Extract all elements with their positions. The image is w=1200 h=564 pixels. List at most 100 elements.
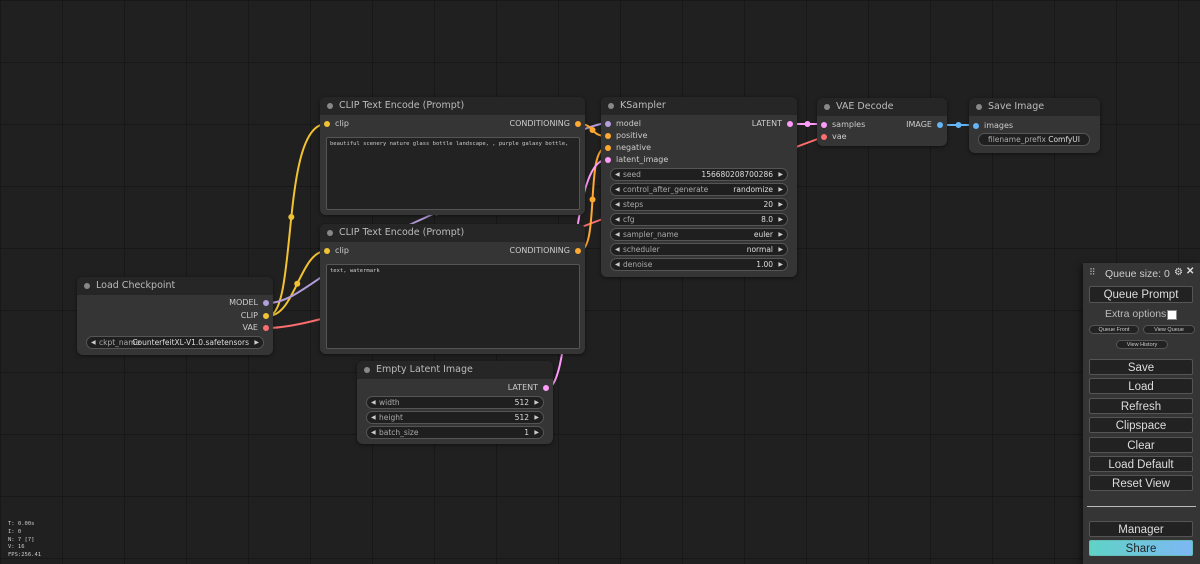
arrow-left-icon[interactable]: ◀	[371, 397, 376, 408]
input-slot-latent-image[interactable]: latent_image	[603, 154, 668, 166]
conditioning-pin-icon[interactable]	[605, 133, 611, 139]
link-midpoint-dot[interactable]	[804, 121, 811, 127]
node-empty-latent-image[interactable]: Empty Latent Image LATENT ◀ width 512 ▶ ◀ he…	[357, 361, 553, 444]
node-title[interactable]: CLIP Text Encode (Prompt)	[320, 224, 585, 242]
collapse-dot-icon[interactable]	[327, 103, 333, 109]
input-slot-clip[interactable]: clip	[322, 118, 349, 130]
close-icon[interactable]: ✕	[1186, 266, 1194, 277]
queue-front-button[interactable]: Queue Front	[1089, 325, 1139, 334]
output-slot-conditioning[interactable]: CONDITIONING	[510, 118, 583, 130]
input-slot-negative[interactable]: negative	[603, 142, 651, 154]
view-queue-button[interactable]: View Queue	[1143, 325, 1195, 334]
arrow-right-icon[interactable]: ▶	[534, 427, 539, 438]
input-slot-model[interactable]: model	[603, 118, 641, 130]
node-title[interactable]: Save Image	[969, 98, 1100, 116]
arrow-left-icon[interactable]: ◀	[615, 214, 620, 225]
link-midpoint-dot[interactable]	[294, 280, 301, 287]
output-slot-latent[interactable]: LATENT	[752, 118, 795, 130]
arrow-right-icon[interactable]: ▶	[534, 412, 539, 423]
latent-pin-icon[interactable]	[821, 122, 827, 128]
load-default-button[interactable]: Load Default	[1089, 456, 1193, 472]
refresh-button[interactable]: Refresh	[1089, 398, 1193, 414]
arrow-left-icon[interactable]: ◀	[615, 199, 620, 210]
clip-pin-icon[interactable]	[263, 313, 269, 319]
prompt-textarea[interactable]: beautiful scenery nature glass bottle la…	[326, 137, 580, 210]
widget-scheduler[interactable]: ◀ scheduler normal ▶	[610, 243, 788, 256]
arrow-left-icon[interactable]: ◀	[371, 412, 376, 423]
conditioning-pin-icon[interactable]	[605, 145, 611, 151]
collapse-dot-icon[interactable]	[608, 103, 614, 109]
widget-batch-size[interactable]: ◀ batch_size 1 ▶	[366, 426, 544, 439]
clip-pin-icon[interactable]	[324, 121, 330, 127]
input-slot-positive[interactable]: positive	[603, 130, 647, 142]
load-button[interactable]: Load	[1089, 378, 1193, 394]
node-load-checkpoint[interactable]: Load Checkpoint MODEL CLIP VAE ◀ ckpt_na…	[77, 277, 273, 355]
save-button[interactable]: Save	[1089, 359, 1193, 375]
extra-options-checkbox[interactable]	[1167, 310, 1177, 320]
widget-denoise[interactable]: ◀ denoise 1.00 ▶	[610, 258, 788, 271]
input-slot-vae[interactable]: vae	[819, 131, 847, 143]
node-clip-text-encode-positive[interactable]: CLIP Text Encode (Prompt) clip CONDITION…	[320, 97, 585, 215]
clip-pin-icon[interactable]	[324, 248, 330, 254]
node-title[interactable]: VAE Decode	[817, 98, 947, 116]
output-slot-vae[interactable]: VAE	[243, 322, 272, 334]
arrow-right-icon[interactable]: ▶	[778, 199, 783, 210]
collapse-dot-icon[interactable]	[84, 283, 90, 289]
node-title[interactable]: Load Checkpoint	[77, 277, 273, 295]
clipspace-button[interactable]: Clipspace	[1089, 417, 1193, 433]
reset-view-button[interactable]: Reset View	[1089, 475, 1193, 491]
link-midpoint-dot[interactable]	[589, 127, 596, 133]
widget-height[interactable]: ◀ height 512 ▶	[366, 411, 544, 424]
conditioning-pin-icon[interactable]	[575, 121, 581, 127]
drag-handle-icon[interactable]: ⠿	[1089, 267, 1096, 278]
arrow-left-icon[interactable]: ◀	[615, 259, 620, 270]
settings-gear-icon[interactable]: ⚙	[1174, 267, 1183, 278]
widget-sampler-name[interactable]: ◀ sampler_name euler ▶	[610, 228, 788, 241]
arrow-left-icon[interactable]: ◀	[615, 169, 620, 180]
node-ksampler[interactable]: KSampler model positive negative latent_…	[601, 97, 797, 277]
output-slot-image[interactable]: IMAGE	[906, 119, 945, 131]
arrow-right-icon[interactable]: ▶	[778, 259, 783, 270]
arrow-right-icon[interactable]: ▶	[778, 244, 783, 255]
link-midpoint-dot[interactable]	[955, 122, 962, 128]
model-pin-icon[interactable]	[263, 300, 269, 306]
conditioning-pin-icon[interactable]	[575, 248, 581, 254]
widget-steps[interactable]: ◀ steps 20 ▶	[610, 198, 788, 211]
ckpt-name-combo[interactable]: ◀ ckpt_name CounterfeitXL-V1.0.safetenso…	[86, 336, 264, 349]
arrow-left-icon[interactable]: ◀	[615, 184, 620, 195]
arrow-right-icon[interactable]: ▶	[778, 184, 783, 195]
clear-button[interactable]: Clear	[1089, 437, 1193, 453]
input-slot-images[interactable]: images	[971, 120, 1013, 132]
input-slot-samples[interactable]: samples	[819, 119, 865, 131]
node-title[interactable]: CLIP Text Encode (Prompt)	[320, 97, 585, 115]
image-pin-icon[interactable]	[937, 122, 943, 128]
widget-cfg[interactable]: ◀ cfg 8.0 ▶	[610, 213, 788, 226]
node-clip-text-encode-negative[interactable]: CLIP Text Encode (Prompt) clip CONDITION…	[320, 224, 585, 354]
vae-pin-icon[interactable]	[263, 325, 269, 331]
widget-seed[interactable]: ◀ seed 156680208700286 ▶	[610, 168, 788, 181]
input-slot-clip[interactable]: clip	[322, 245, 349, 257]
collapse-dot-icon[interactable]	[824, 104, 830, 110]
share-button[interactable]: Share	[1089, 540, 1193, 556]
node-title[interactable]: Empty Latent Image	[357, 361, 553, 379]
arrow-left-icon[interactable]: ◀	[91, 337, 96, 348]
arrow-right-icon[interactable]: ▶	[778, 169, 783, 180]
collapse-dot-icon[interactable]	[976, 104, 982, 110]
collapse-dot-icon[interactable]	[327, 230, 333, 236]
output-slot-conditioning[interactable]: CONDITIONING	[510, 245, 583, 257]
model-pin-icon[interactable]	[605, 121, 611, 127]
latent-pin-icon[interactable]	[543, 385, 549, 391]
view-history-button[interactable]: View History	[1116, 340, 1168, 349]
collapse-dot-icon[interactable]	[364, 367, 370, 373]
widget-control-after-generate[interactable]: ◀ control_after_generate randomize ▶	[610, 183, 788, 196]
arrow-left-icon[interactable]: ◀	[615, 229, 620, 240]
output-slot-latent[interactable]: LATENT	[508, 382, 551, 394]
latent-pin-icon[interactable]	[605, 157, 611, 163]
output-slot-clip[interactable]: CLIP	[241, 310, 271, 322]
latent-pin-icon[interactable]	[787, 121, 793, 127]
manager-button[interactable]: Manager	[1089, 521, 1193, 537]
arrow-right-icon[interactable]: ▶	[778, 214, 783, 225]
arrow-right-icon[interactable]: ▶	[778, 229, 783, 240]
filename-prefix-field[interactable]: filename_prefix ComfyUI	[978, 133, 1090, 146]
queue-prompt-button[interactable]: Queue Prompt	[1089, 286, 1193, 303]
